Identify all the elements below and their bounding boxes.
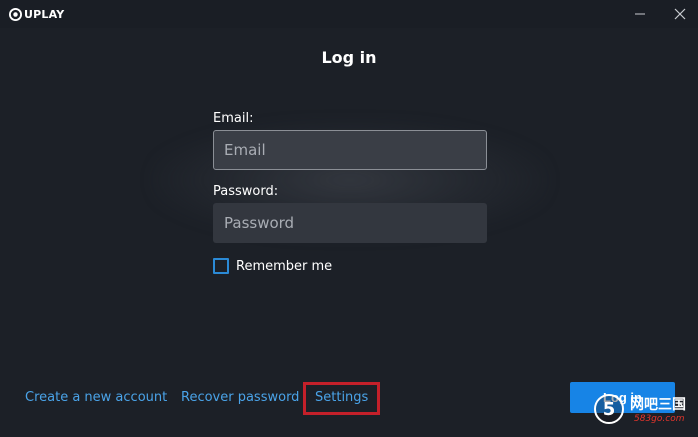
title-bar: UPLAY xyxy=(0,0,698,28)
uplay-logo: UPLAY xyxy=(9,6,64,22)
email-label: Email: xyxy=(213,111,254,126)
watermark: 5 网吧三国 583go.com xyxy=(590,390,695,430)
minimize-button[interactable] xyxy=(630,4,650,24)
watermark-text: 网吧三国 xyxy=(630,397,686,413)
create-account-link[interactable]: Create a new account xyxy=(25,390,167,405)
minimize-icon xyxy=(635,13,645,15)
password-label: Password: xyxy=(213,184,279,199)
watermark-domain: 583go.com xyxy=(634,414,685,424)
password-field[interactable] xyxy=(213,203,487,243)
email-field[interactable] xyxy=(213,130,487,170)
close-icon xyxy=(674,8,686,20)
remember-me-label: Remember me xyxy=(236,258,333,274)
watermark-logo: 5 xyxy=(594,394,624,424)
page-title: Log in xyxy=(321,48,377,67)
remember-me-toggle[interactable]: Remember me xyxy=(213,258,332,274)
brand-name: UPLAY xyxy=(24,7,65,21)
remember-me-checkbox[interactable] xyxy=(213,258,229,274)
settings-highlight-box xyxy=(303,382,380,415)
uplay-logo-icon xyxy=(9,7,22,21)
close-button[interactable] xyxy=(670,4,690,24)
recover-password-link[interactable]: Recover password xyxy=(181,390,299,405)
